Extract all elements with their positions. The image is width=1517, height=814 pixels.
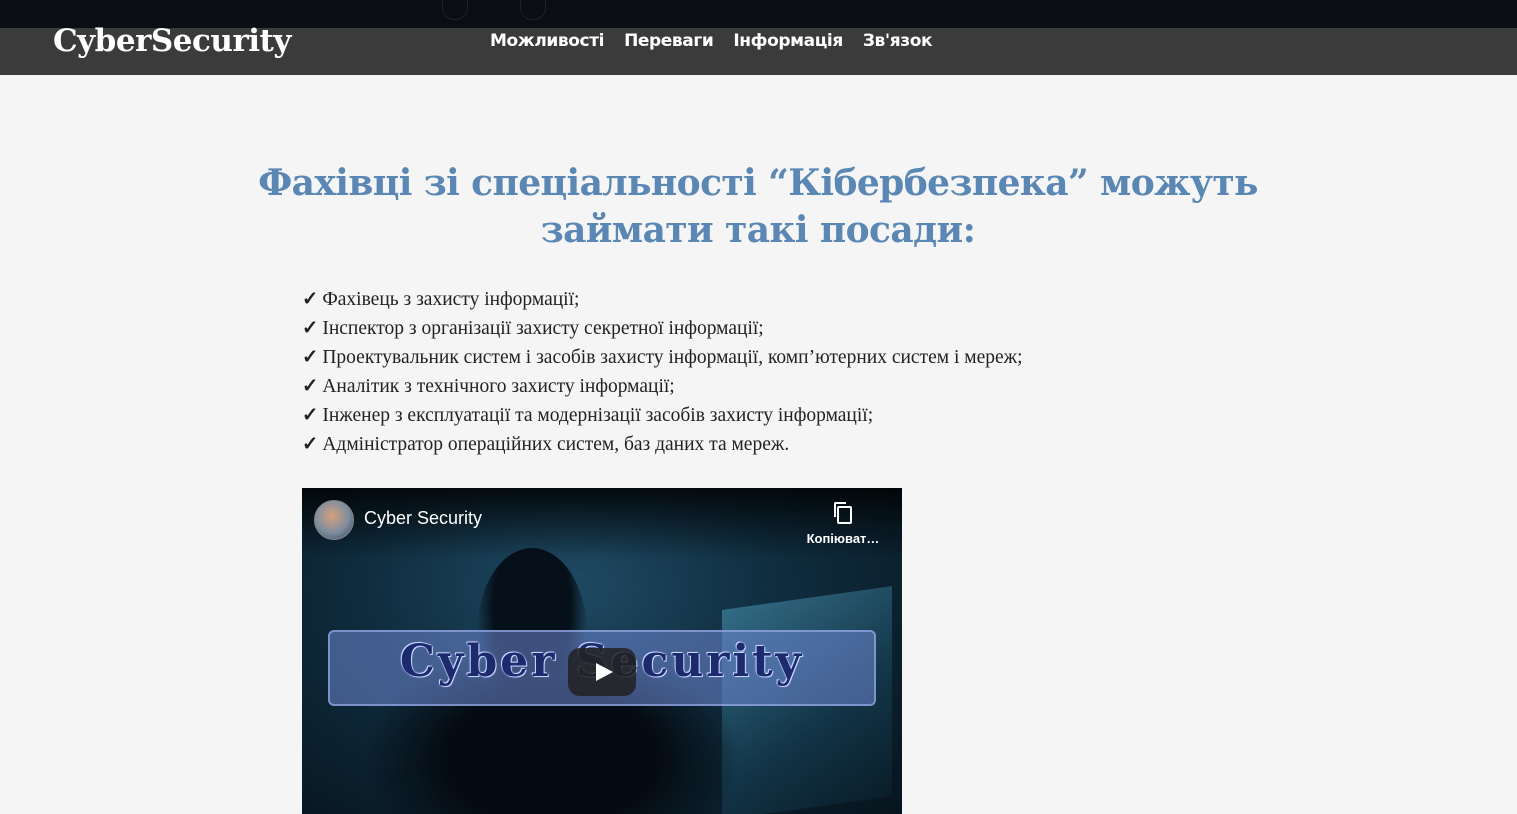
nav-item-features[interactable]: Можливості: [490, 31, 604, 51]
list-item: ✓ Інспектор з організації захисту секретн…: [302, 314, 1023, 343]
play-button[interactable]: [568, 648, 636, 696]
video-title[interactable]: Cyber Security: [364, 508, 482, 529]
list-item-text: Проектувальник систем і засобів захисту …: [322, 347, 1023, 368]
list-item-text: Інспектор з організації захисту секретно…: [322, 318, 764, 339]
list-item: ✓ Проектувальник систем і засобів захисту…: [302, 343, 1023, 372]
list-item: ✓ Фахівець з захисту інформації;: [302, 285, 1023, 314]
list-item-text: Інженер з експлуатації та модернізації з…: [322, 405, 874, 426]
check-icon: ✓: [302, 289, 319, 310]
decorative-shape: [442, 0, 468, 20]
copy-icon: [833, 500, 853, 524]
list-item-text: Адміністратор операційних систем, баз да…: [322, 434, 790, 455]
page-title: Фахівці зі спеціальності “Кібербезпека” …: [258, 162, 1258, 251]
check-icon: ✓: [302, 376, 319, 397]
copy-link-label: Копіюват…: [806, 531, 880, 546]
lock-icon: [520, 0, 546, 20]
list-item: ✓ Адміністратор операційних систем, баз д…: [302, 430, 1023, 459]
list-item-text: Фахівець з захисту інформації;: [322, 289, 580, 310]
site-header: CyberSecurity Можливості Переваги Інформ…: [0, 25, 1517, 75]
check-icon: ✓: [302, 434, 319, 455]
check-icon: ✓: [302, 318, 319, 339]
positions-list: ✓ Фахівець з захисту інформації; ✓ Інспект…: [302, 285, 1023, 459]
list-item: ✓ Аналітик з технічного захисту інформаці…: [302, 372, 1023, 401]
nav-item-contact[interactable]: Зв'язок: [863, 31, 933, 51]
main-nav: Можливості Переваги Інформація Зв'язок: [490, 28, 952, 54]
list-item: ✓ Інженер з експлуатації та модернізації …: [302, 401, 1023, 430]
list-item-text: Аналітик з технічного захисту інформації…: [322, 376, 675, 397]
check-icon: ✓: [302, 347, 319, 368]
channel-avatar[interactable]: [314, 500, 354, 540]
copy-link-button[interactable]: Копіюват…: [798, 500, 888, 546]
video-embed[interactable]: Cyber Security Cyber Security Копіюват…: [302, 488, 902, 814]
check-icon: ✓: [302, 405, 319, 426]
site-logo[interactable]: CyberSecurity: [53, 25, 291, 57]
nav-item-information[interactable]: Інформація: [733, 31, 843, 51]
nav-item-advantages[interactable]: Переваги: [624, 31, 714, 51]
